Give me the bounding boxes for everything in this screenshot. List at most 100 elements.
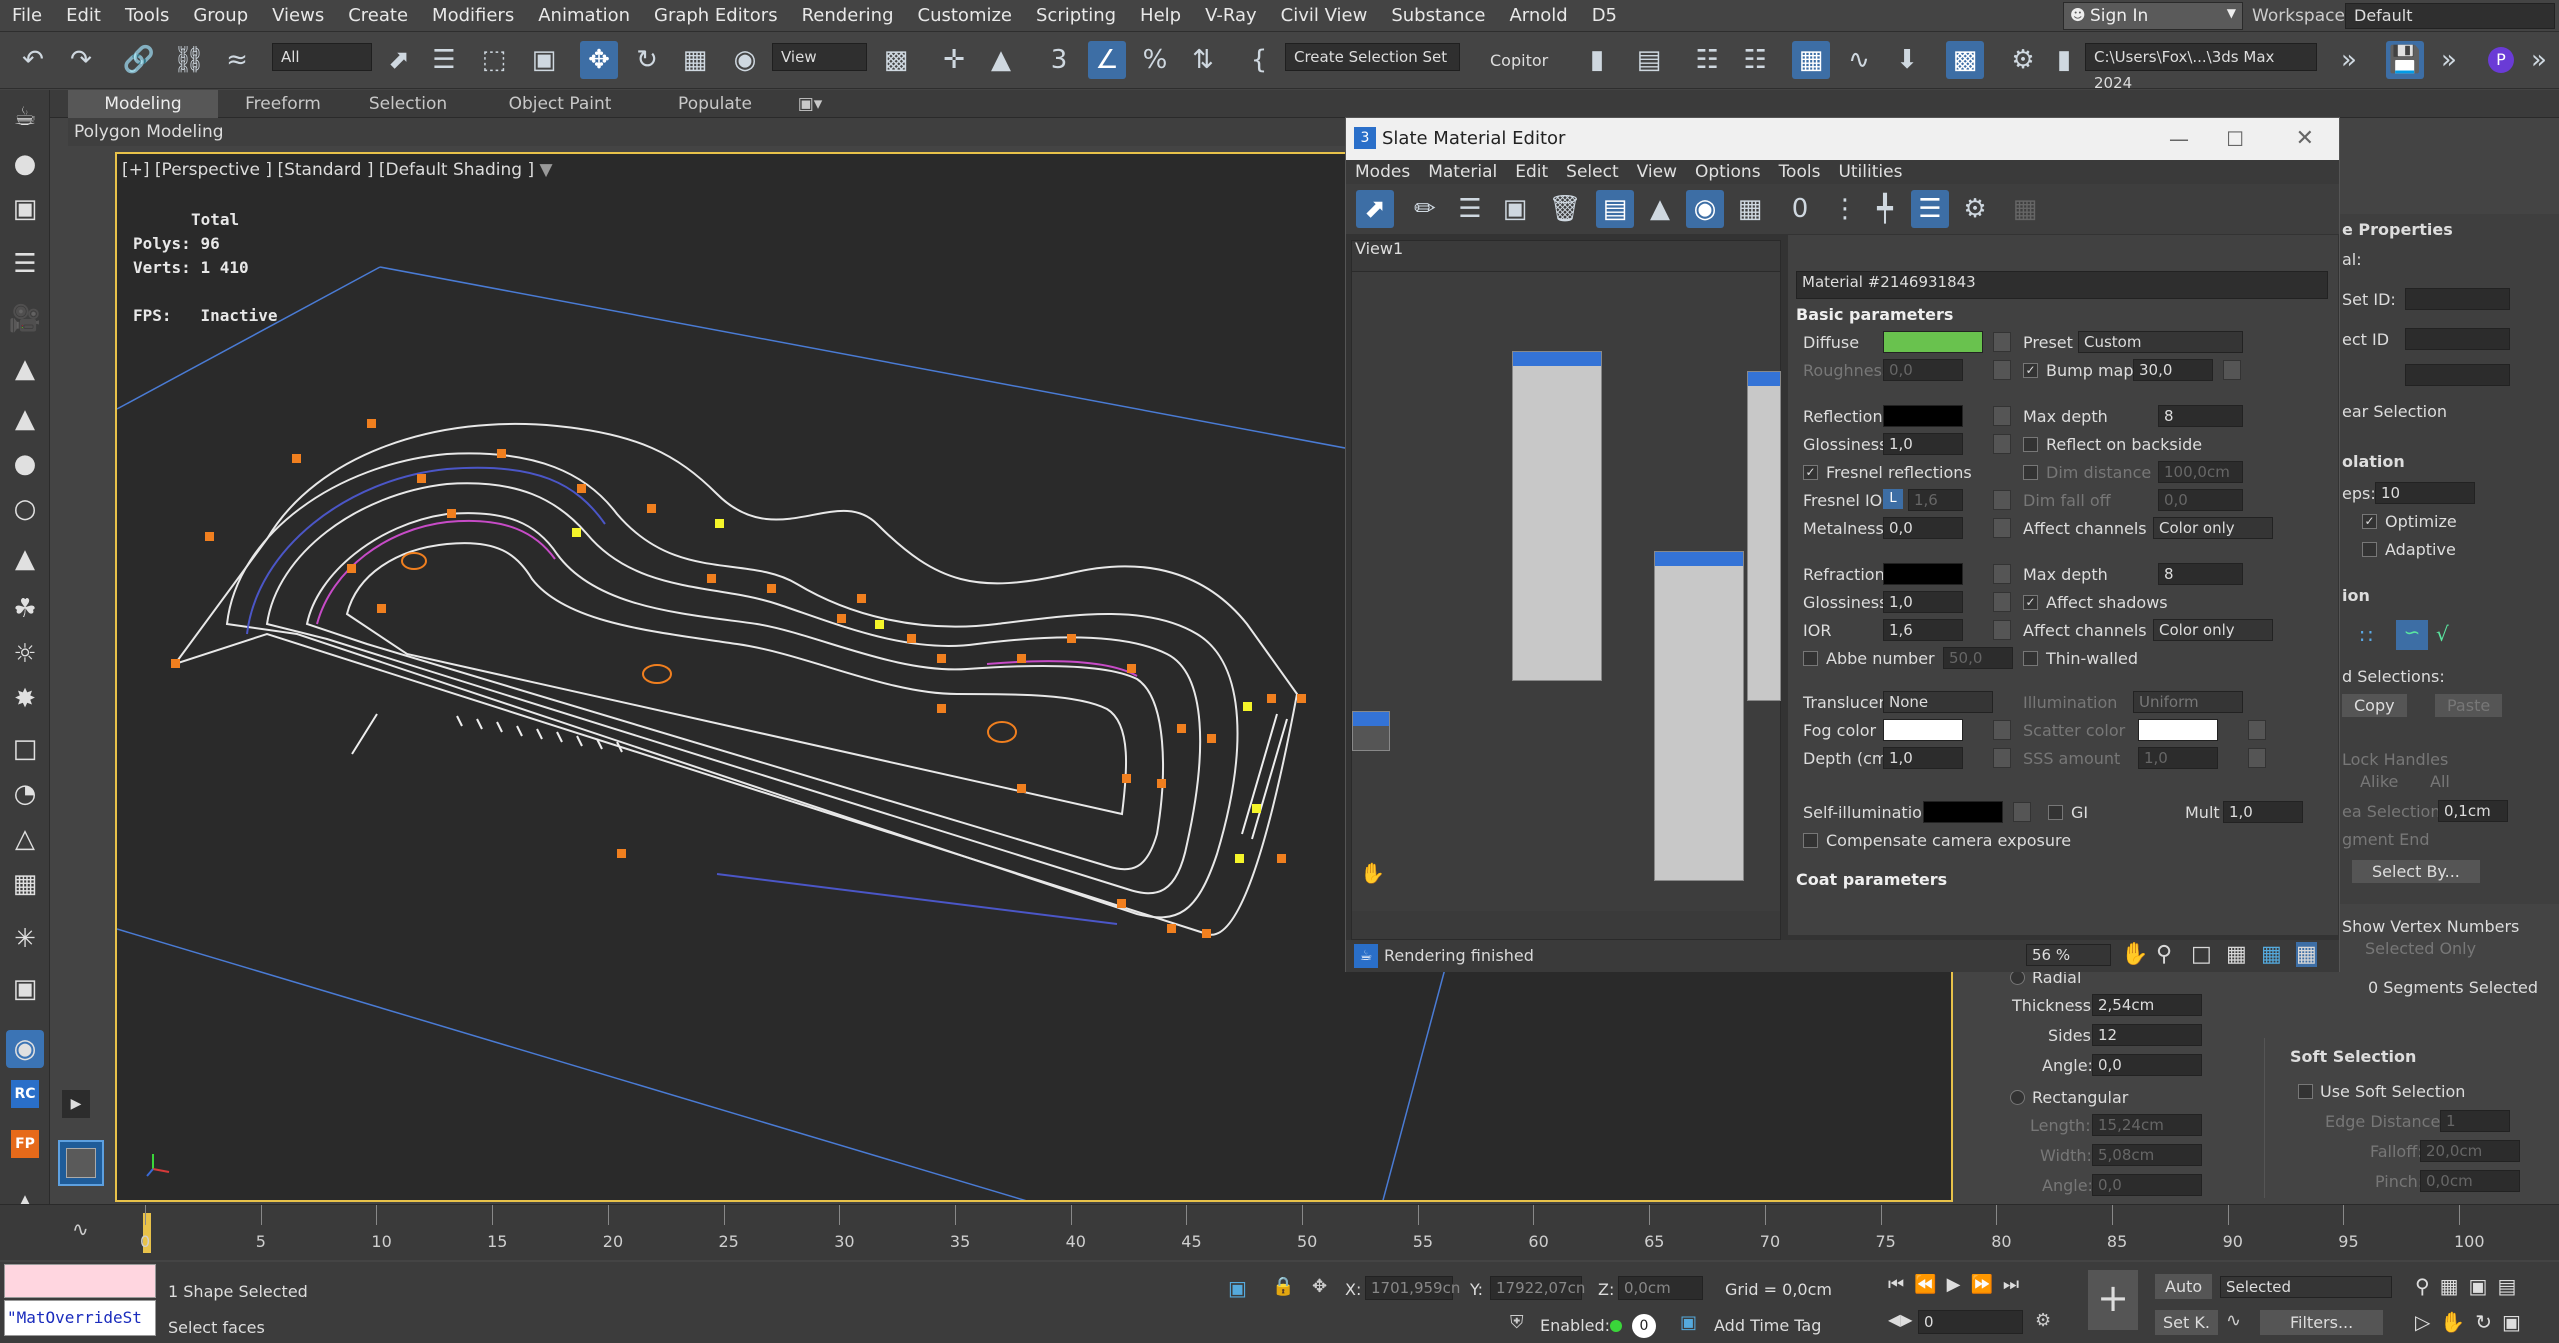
reflection-map-button[interactable] [1993,406,2011,426]
place-icon[interactable]: ◉ [726,41,764,79]
put-material-scene-icon[interactable]: ☰ [1451,190,1489,228]
soft-selection-title[interactable]: Soft Selection [2290,1047,2416,1066]
angle-spinner[interactable]: 0,0 [2092,1054,2202,1076]
select-by-button[interactable]: Select By... [2352,860,2480,883]
teapot-icon[interactable]: ☕ [6,98,44,136]
move-icon[interactable]: ✥ [580,41,618,79]
sign-in-dropdown[interactable]: ☻ Sign In ▼ [2063,2,2243,30]
layer-explorer-icon[interactable]: ☷ [1736,41,1774,79]
sme-menu-view[interactable]: View [1628,160,1686,184]
dim-distance-checkbox[interactable] [2023,465,2038,480]
assign-selection-icon[interactable]: ▣ [1496,190,1534,228]
sss-map-button[interactable] [2248,748,2266,768]
menu-civil-view[interactable]: Civil View [1269,0,1380,32]
fresnel-ior-spinner[interactable]: 1,6 [1908,489,1963,511]
select-by-name-dropdown[interactable] [2405,364,2510,386]
menu-customize[interactable]: Customize [906,0,1024,32]
affect-shadows-checkbox[interactable]: ✓ [2023,595,2038,610]
zoom-icon[interactable]: ⚲ [2156,942,2172,967]
falloff-spinner[interactable]: 20,0cm [2420,1140,2520,1162]
self-illumination-color-swatch[interactable] [1923,801,2003,823]
menu-file[interactable]: File [0,0,54,32]
schematic-view-icon[interactable]: ⬇ [1888,41,1926,79]
material-map-browser-icon[interactable]: ☰ [1911,190,1949,228]
use-soft-selection-checkbox[interactable] [2298,1084,2313,1099]
render-setup-icon[interactable]: ⚙ [2004,41,2042,79]
sides-spinner[interactable]: 12 [2092,1024,2202,1046]
bump-map-button[interactable] [2223,360,2241,380]
show-vertex-numbers-checkbox[interactable]: Show Vertex Numbers [2342,917,2519,936]
expand-arrow-icon[interactable]: ▶ [62,1090,90,1118]
menu-animation[interactable]: Animation [526,0,642,32]
optimize-checkbox[interactable]: ✓ [2362,514,2377,529]
all-radio[interactable]: All [2430,772,2450,791]
spline-mode-icon[interactable]: √ [2436,622,2449,646]
parameter-editor-icon[interactable]: ⚙ [1956,190,1994,228]
lock-icon[interactable]: 🔒 [1272,1276,1294,1297]
sme-menu-tools[interactable]: Tools [1770,160,1830,184]
plugin-active-icon[interactable]: ◉ [6,1030,44,1068]
tab-modeling[interactable]: Modeling [68,90,218,118]
x-coordinate-field[interactable]: 1701,959cn [1365,1276,1460,1300]
sphere-icon[interactable]: ● [6,145,44,183]
bump-map-checkbox[interactable]: ✓ [2023,363,2038,378]
absolute-mode-icon[interactable]: ✥ [1312,1276,1327,1297]
glossiness-map-button[interactable] [1993,434,2011,454]
menu-rendering[interactable]: Rendering [790,0,906,32]
translucency-dropdown[interactable]: None [1883,691,1993,713]
camera-icon[interactable]: 🎥 [6,300,44,338]
grass-icon[interactable]: ✳ [6,920,44,958]
tab-object-paint[interactable]: Object Paint [490,90,630,118]
fog-color-swatch[interactable] [1883,719,1963,741]
mult-spinner[interactable]: 1,0 [2223,801,2303,823]
vertex-mode-icon[interactable]: ∷ [2360,624,2373,648]
copitor-label[interactable]: Copitor [1490,51,1548,70]
move-children-icon[interactable]: ▤ [1596,190,1634,228]
background-icon[interactable]: ▦ [1731,190,1769,228]
helper-icon[interactable]: △ [6,820,44,858]
abbe-number-checkbox[interactable] [1803,651,1818,666]
rect-angle-spinner[interactable]: 0,0 [2092,1174,2202,1196]
rect-selection-icon[interactable]: ⬚ [475,41,513,79]
angle-snap-icon[interactable]: ∠ [1088,41,1126,79]
pan-icon[interactable]: ✋ [2121,942,2148,967]
menu-substance[interactable]: Substance [1379,0,1497,32]
disabled-sphere-icon[interactable]: ○ [6,490,44,528]
dome-icon[interactable]: ▲ [6,400,44,438]
sss-amount-spinner[interactable]: 1,0 [2138,747,2218,769]
zoom-region-icon[interactable]: □ [2191,942,2212,967]
radial-radio[interactable] [2010,970,2025,985]
metalness-spinner[interactable]: 0,0 [1883,517,1963,539]
menu-create[interactable]: Create [336,0,420,32]
width-spinner[interactable]: 5,08cm [2092,1144,2202,1166]
y-coordinate-field[interactable]: 17922,07cn [1490,1276,1585,1300]
maximize-icon[interactable]: ☐ [2226,118,2244,160]
dim-distance-spinner[interactable]: 100,0cm [2158,461,2243,483]
fresnel-ior-map-button[interactable] [1993,490,2011,510]
depth-spinner[interactable]: 1,0 [1883,747,1963,769]
delete-icon[interactable]: 🗑 [1546,190,1584,228]
auto-key-button[interactable]: Auto [2155,1274,2213,1299]
glossiness-spinner[interactable]: 1,0 [1883,433,1963,455]
edit-named-selections-icon[interactable]: { [1240,41,1278,79]
area-light-icon[interactable]: ☘ [6,590,44,628]
reflection-max-depth-spinner[interactable]: 8 [2158,405,2243,427]
close-icon[interactable]: ✕ [2296,118,2314,160]
viewport-navigation-bottom[interactable]: ▷✋↻▣ [2415,1310,2531,1334]
unlink-icon[interactable]: ⛓ [170,41,208,79]
material-node-fourth[interactable] [1352,711,1390,751]
segment-mode-icon[interactable]: ∽ [2396,620,2428,650]
pan-hand-icon[interactable]: ✋ [1360,861,1390,891]
steps-spinner[interactable]: 10 [2375,482,2475,504]
reference-coordinate-dropdown[interactable]: View [772,43,867,71]
material-node-third[interactable] [1747,371,1781,701]
diffuse-color-swatch[interactable] [1883,331,1983,353]
scene-explorer-icon[interactable]: ☷ [1688,41,1726,79]
zoom-dropdown[interactable]: 56 % [2026,944,2111,966]
add-time-tag-button[interactable]: Add Time Tag [1714,1316,1821,1335]
minimize-icon[interactable]: — [2169,118,2189,160]
gi-checkbox[interactable] [2048,805,2063,820]
set-key-button[interactable]: Set K. [2155,1310,2218,1335]
pivot-center-icon[interactable]: ▩ [877,41,915,79]
timeline[interactable]: ∿ 0 5 10 15 20 25 30 35 40 45 50 55 60 65 70 75 80 85 90 95… [0,1204,2559,1260]
